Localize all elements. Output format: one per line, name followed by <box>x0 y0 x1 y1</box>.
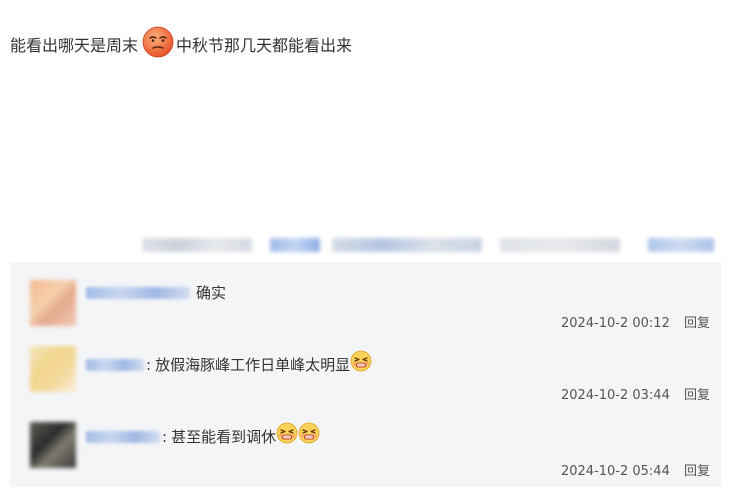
comment-content: 确实 <box>86 282 226 304</box>
reply-button[interactable]: 回复 <box>684 388 710 403</box>
avatar[interactable] <box>30 346 76 392</box>
reply-button[interactable]: 回复 <box>684 464 710 479</box>
comment-item: : 放假海豚峰工作日单峰太明显 2024-10-2 03:44 回复 <box>30 346 710 416</box>
comment-text: 放假海豚峰工作日单峰太明显 <box>155 356 351 374</box>
post-text-after: 中秋节那几天都能看出来 <box>176 36 353 55</box>
grimace-face-icon <box>298 422 320 444</box>
reply-button[interactable]: 回复 <box>684 316 710 331</box>
blurred-meta-5[interactable] <box>648 238 714 252</box>
comment-meta: 2024-10-2 03:44 回复 <box>561 384 710 403</box>
comment-colon: : <box>162 428 168 446</box>
blurred-meta-2[interactable] <box>270 238 320 252</box>
avatar[interactable] <box>30 422 76 468</box>
blurred-meta-1 <box>142 238 252 252</box>
grimace-face-icon <box>350 350 372 372</box>
comment-text: 甚至能看到调休 <box>171 428 277 446</box>
post-meta-bar <box>140 232 720 258</box>
comment-item: 确实 2024-10-2 00:12 回复 <box>30 280 710 350</box>
comment-timestamp: 2024-10-2 03:44 <box>560 388 670 403</box>
comment-timestamp: 2024-10-2 05:44 <box>560 464 670 479</box>
comments-section: 确实 2024-10-2 00:12 回复 : 放假海豚峰工作日单峰太明显 20… <box>10 262 721 487</box>
comment-item: : 甚至能看到调休 2024-10-2 05:44 回复 <box>30 422 710 492</box>
comment-content: : 甚至能看到调休 <box>86 422 320 448</box>
comment-content: : 放假海豚峰工作日单峰太明显 <box>86 350 372 376</box>
post-text-before: 能看出哪天是周末 <box>10 36 139 55</box>
smirk-face-icon <box>142 26 174 58</box>
comment-colon: : <box>146 356 152 374</box>
grimace-face-icon <box>276 422 298 444</box>
username-link[interactable] <box>86 431 160 443</box>
username-link[interactable] <box>86 359 144 371</box>
post-text: 能看出哪天是周末 中秋节那几天都能看出来 <box>10 26 353 62</box>
avatar[interactable] <box>30 280 76 326</box>
comment-meta: 2024-10-2 00:12 回复 <box>561 312 710 331</box>
blurred-meta-4 <box>500 238 620 252</box>
comment-text: 确实 <box>196 284 227 302</box>
comment-meta: 2024-10-2 05:44 回复 <box>561 460 710 479</box>
username-link[interactable] <box>86 287 190 299</box>
blurred-meta-3 <box>332 238 482 252</box>
comment-timestamp: 2024-10-2 00:12 <box>560 316 670 331</box>
